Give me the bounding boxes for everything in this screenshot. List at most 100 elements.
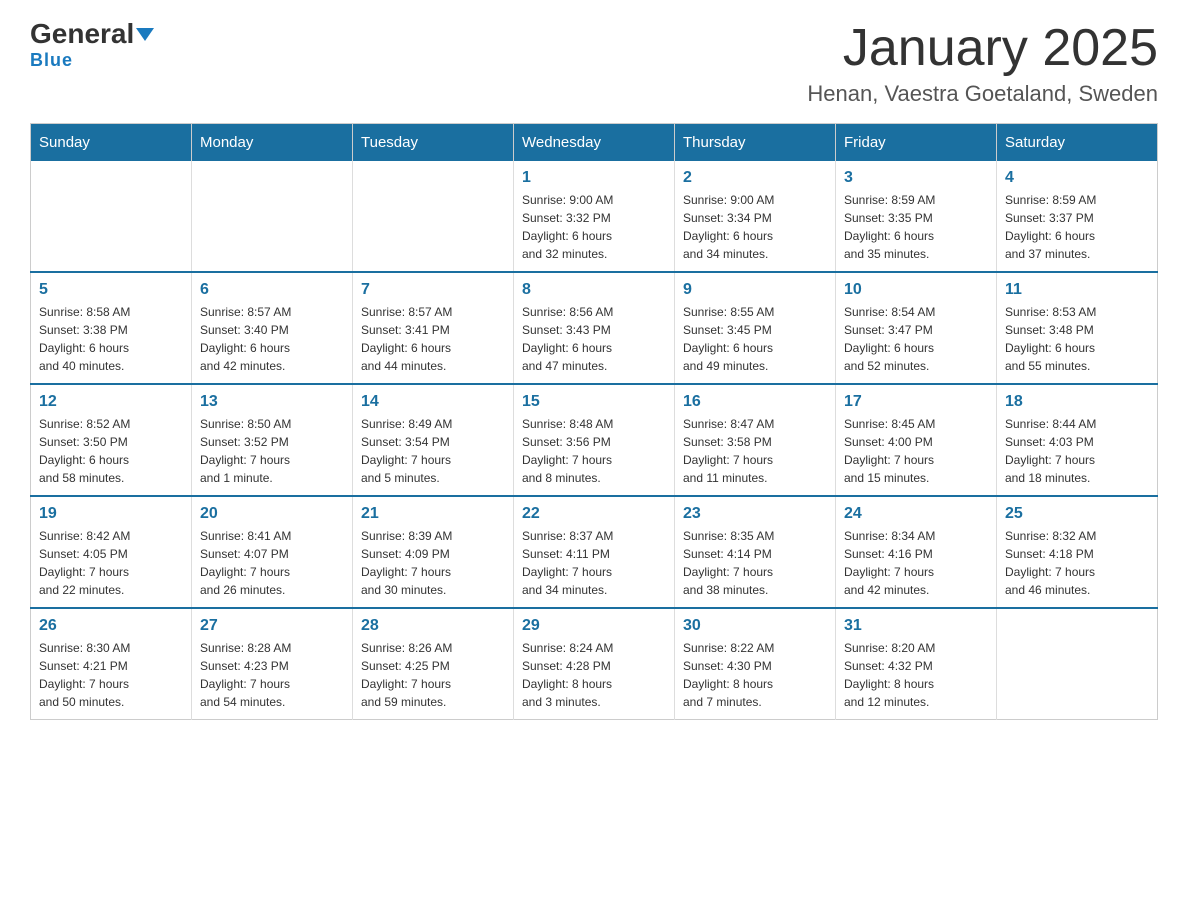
day-info: Sunrise: 8:53 AMSunset: 3:48 PMDaylight:…	[1005, 303, 1149, 375]
day-info: Sunrise: 8:42 AMSunset: 4:05 PMDaylight:…	[39, 527, 183, 599]
calendar-cell: 13 Sunrise: 8:50 AMSunset: 3:52 PMDayligh…	[192, 384, 353, 496]
day-info: Sunrise: 8:28 AMSunset: 4:23 PMDaylight:…	[200, 639, 344, 711]
calendar-cell: 5 Sunrise: 8:58 AMSunset: 3:38 PMDaylight…	[31, 272, 192, 384]
day-number: 3	[844, 169, 988, 187]
day-number: 13	[200, 393, 344, 411]
calendar-cell: 24 Sunrise: 8:34 AMSunset: 4:16 PMDayligh…	[836, 496, 997, 608]
day-info: Sunrise: 8:20 AMSunset: 4:32 PMDaylight:…	[844, 639, 988, 711]
day-number: 11	[1005, 281, 1149, 299]
calendar-cell: 18Sunrise: 8:44 AMSunset: 4:03 PMDayligh…	[997, 384, 1158, 496]
calendar-cell: 29 Sunrise: 8:24 AMSunset: 4:28 PMDayligh…	[514, 608, 675, 720]
calendar-cell: 22 Sunrise: 8:37 AMSunset: 4:11 PMDayligh…	[514, 496, 675, 608]
calendar-cell: 9Sunrise: 8:55 AMSunset: 3:45 PMDaylight…	[675, 272, 836, 384]
day-of-week-sunday: Sunday	[31, 124, 192, 162]
day-number: 9	[683, 281, 827, 299]
calendar-cell: 8 Sunrise: 8:56 AMSunset: 3:43 PMDaylight…	[514, 272, 675, 384]
calendar-title: January 2025	[807, 20, 1158, 77]
day-info: Sunrise: 8:58 AMSunset: 3:38 PMDaylight:…	[39, 303, 183, 375]
calendar-week-row: 26 Sunrise: 8:30 AMSunset: 4:21 PMDayligh…	[31, 608, 1158, 720]
calendar-cell: 12 Sunrise: 8:52 AMSunset: 3:50 PMDayligh…	[31, 384, 192, 496]
calendar-cell: 1 Sunrise: 9:00 AMSunset: 3:32 PMDaylight…	[514, 161, 675, 272]
day-number: 6	[200, 281, 344, 299]
day-number: 7	[361, 281, 505, 299]
day-info: Sunrise: 8:35 AMSunset: 4:14 PMDaylight:…	[683, 527, 827, 599]
day-info: Sunrise: 8:26 AMSunset: 4:25 PMDaylight:…	[361, 639, 505, 711]
day-info: Sunrise: 8:24 AMSunset: 4:28 PMDaylight:…	[522, 639, 666, 711]
day-info: Sunrise: 8:32 AMSunset: 4:18 PMDaylight:…	[1005, 527, 1149, 599]
calendar-cell: 2Sunrise: 9:00 AMSunset: 3:34 PMDaylight…	[675, 161, 836, 272]
day-number: 24	[844, 505, 988, 523]
calendar-cell: 10 Sunrise: 8:54 AMSunset: 3:47 PMDayligh…	[836, 272, 997, 384]
calendar-cell: 20Sunrise: 8:41 AMSunset: 4:07 PMDayligh…	[192, 496, 353, 608]
title-area: January 2025 Henan, Vaestra Goetaland, S…	[807, 20, 1158, 107]
calendar-cell: 17 Sunrise: 8:45 AMSunset: 4:00 PMDayligh…	[836, 384, 997, 496]
calendar-cell: 23Sunrise: 8:35 AMSunset: 4:14 PMDayligh…	[675, 496, 836, 608]
day-of-week-thursday: Thursday	[675, 124, 836, 162]
calendar-cell	[192, 161, 353, 272]
day-number: 29	[522, 617, 666, 635]
calendar-week-row: 12 Sunrise: 8:52 AMSunset: 3:50 PMDayligh…	[31, 384, 1158, 496]
day-info: Sunrise: 8:34 AMSunset: 4:16 PMDaylight:…	[844, 527, 988, 599]
day-number: 14	[361, 393, 505, 411]
day-info: Sunrise: 8:54 AMSunset: 3:47 PMDaylight:…	[844, 303, 988, 375]
calendar-cell: 6 Sunrise: 8:57 AMSunset: 3:40 PMDaylight…	[192, 272, 353, 384]
logo: General Blue	[30, 20, 154, 71]
day-of-week-tuesday: Tuesday	[353, 124, 514, 162]
day-number: 20	[200, 505, 344, 523]
logo-text: General	[30, 20, 154, 48]
day-number: 26	[39, 617, 183, 635]
day-info: Sunrise: 8:52 AMSunset: 3:50 PMDaylight:…	[39, 415, 183, 487]
day-number: 10	[844, 281, 988, 299]
day-info: Sunrise: 8:39 AMSunset: 4:09 PMDaylight:…	[361, 527, 505, 599]
day-number: 22	[522, 505, 666, 523]
day-number: 30	[683, 617, 827, 635]
day-number: 4	[1005, 169, 1149, 187]
day-number: 15	[522, 393, 666, 411]
day-number: 8	[522, 281, 666, 299]
logo-triangle-icon	[136, 28, 154, 41]
day-number: 28	[361, 617, 505, 635]
day-info: Sunrise: 8:45 AMSunset: 4:00 PMDaylight:…	[844, 415, 988, 487]
calendar-cell	[353, 161, 514, 272]
day-info: Sunrise: 8:37 AMSunset: 4:11 PMDaylight:…	[522, 527, 666, 599]
day-of-week-monday: Monday	[192, 124, 353, 162]
day-info: Sunrise: 8:57 AMSunset: 3:40 PMDaylight:…	[200, 303, 344, 375]
day-of-week-wednesday: Wednesday	[514, 124, 675, 162]
calendar-cell	[997, 608, 1158, 720]
day-info: Sunrise: 9:00 AMSunset: 3:32 PMDaylight:…	[522, 191, 666, 263]
calendar-week-row: 1 Sunrise: 9:00 AMSunset: 3:32 PMDaylight…	[31, 161, 1158, 272]
calendar-cell: 30 Sunrise: 8:22 AMSunset: 4:30 PMDayligh…	[675, 608, 836, 720]
calendar-cell: 28 Sunrise: 8:26 AMSunset: 4:25 PMDayligh…	[353, 608, 514, 720]
day-number: 12	[39, 393, 183, 411]
calendar-cell: 26 Sunrise: 8:30 AMSunset: 4:21 PMDayligh…	[31, 608, 192, 720]
calendar-cell: 25 Sunrise: 8:32 AMSunset: 4:18 PMDayligh…	[997, 496, 1158, 608]
day-info: Sunrise: 8:50 AMSunset: 3:52 PMDaylight:…	[200, 415, 344, 487]
calendar-cell: 31Sunrise: 8:20 AMSunset: 4:32 PMDayligh…	[836, 608, 997, 720]
day-number: 2	[683, 169, 827, 187]
calendar-cell: 3Sunrise: 8:59 AMSunset: 3:35 PMDaylight…	[836, 161, 997, 272]
day-number: 19	[39, 505, 183, 523]
day-number: 21	[361, 505, 505, 523]
day-info: Sunrise: 8:56 AMSunset: 3:43 PMDaylight:…	[522, 303, 666, 375]
day-number: 5	[39, 281, 183, 299]
day-info: Sunrise: 8:22 AMSunset: 4:30 PMDaylight:…	[683, 639, 827, 711]
logo-general: General	[30, 18, 134, 49]
page-header: General Blue January 2025 Henan, Vaestra…	[30, 20, 1158, 107]
calendar-table: SundayMondayTuesdayWednesdayThursdayFrid…	[30, 123, 1158, 720]
day-of-week-friday: Friday	[836, 124, 997, 162]
day-info: Sunrise: 8:49 AMSunset: 3:54 PMDaylight:…	[361, 415, 505, 487]
calendar-cell: 21 Sunrise: 8:39 AMSunset: 4:09 PMDayligh…	[353, 496, 514, 608]
day-number: 1	[522, 169, 666, 187]
day-info: Sunrise: 8:59 AMSunset: 3:37 PMDaylight:…	[1005, 191, 1149, 263]
calendar-cell: 4 Sunrise: 8:59 AMSunset: 3:37 PMDaylight…	[997, 161, 1158, 272]
day-info: Sunrise: 8:30 AMSunset: 4:21 PMDaylight:…	[39, 639, 183, 711]
day-of-week-saturday: Saturday	[997, 124, 1158, 162]
calendar-cell: 16Sunrise: 8:47 AMSunset: 3:58 PMDayligh…	[675, 384, 836, 496]
day-number: 17	[844, 393, 988, 411]
day-number: 27	[200, 617, 344, 635]
day-info: Sunrise: 8:48 AMSunset: 3:56 PMDaylight:…	[522, 415, 666, 487]
calendar-subtitle: Henan, Vaestra Goetaland, Sweden	[807, 81, 1158, 107]
calendar-week-row: 19 Sunrise: 8:42 AMSunset: 4:05 PMDayligh…	[31, 496, 1158, 608]
calendar-cell: 14 Sunrise: 8:49 AMSunset: 3:54 PMDayligh…	[353, 384, 514, 496]
day-number: 25	[1005, 505, 1149, 523]
